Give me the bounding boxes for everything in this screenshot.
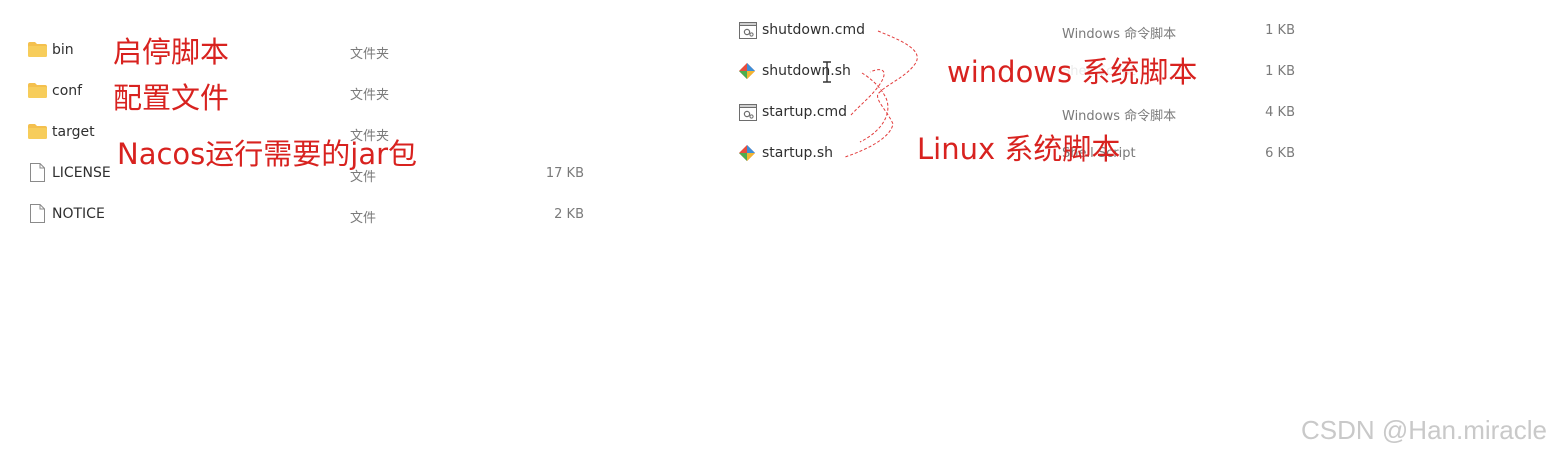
annotation-target: Nacos运行需要的jar包 xyxy=(117,137,418,171)
annotation-connector-lines xyxy=(844,30,918,158)
annotation-bin: 启停脚本 xyxy=(113,35,230,69)
annotation-windows: windows 系统脚本 xyxy=(947,55,1198,89)
annotation-linux: Linux 系统脚本 xyxy=(917,132,1121,166)
watermark: CSDN @Han.miracle xyxy=(1301,415,1547,445)
annotation-conf: 配置文件 xyxy=(113,81,230,115)
